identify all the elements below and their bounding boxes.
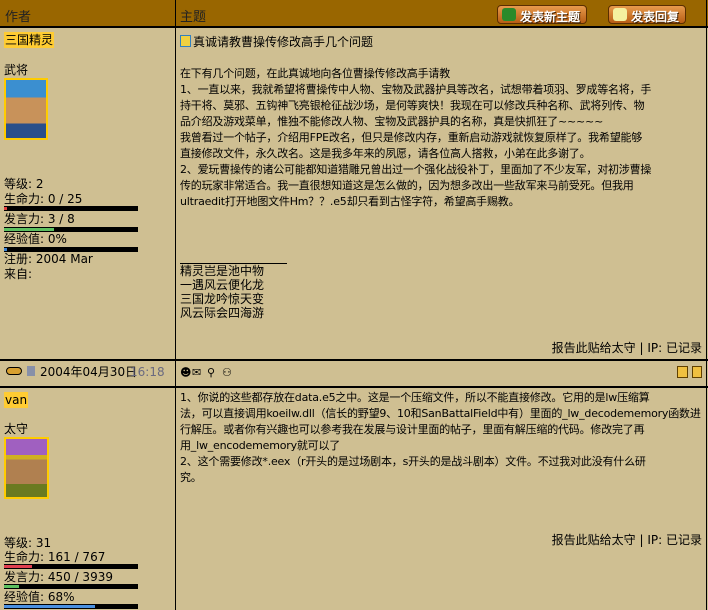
question-icon: [180, 35, 191, 47]
profile-icon[interactable]: ☻: [180, 366, 191, 379]
scroll-icon: [6, 367, 22, 375]
body-line: 传的玩家非常适合。我一直很想知道这是怎么做的，因为想多改出一些敌军来马前受死。但…: [180, 179, 634, 192]
message-icon[interactable]: ✉: [192, 366, 201, 379]
new-topic-icon: [502, 8, 516, 21]
stat-level: 等级: 31: [4, 536, 52, 550]
post-title: 真诚请教曹操传修改高手几个问题: [193, 35, 374, 49]
reply-button[interactable]: 发表回复: [608, 5, 687, 24]
signature-line: 风云际会四海游: [180, 306, 265, 320]
new-topic-label: 发表新主题: [520, 10, 581, 24]
body-line: 品介绍及游戏菜单，惟独不能修改人物、宝物及武器护具的名称，真是快抓狂了~~~~~: [180, 115, 604, 128]
body-line: 用_lw_encodememory就可以了: [180, 439, 341, 452]
hp-bar: [4, 206, 138, 211]
author-column-header: 作者: [5, 10, 32, 25]
body-line: ultraedit打开地图文件Hm？？.e5却只看到古怪字符，希望高手赐教。: [180, 195, 520, 208]
document-icon: [27, 366, 35, 376]
author-name[interactable]: 三国精灵: [4, 32, 55, 48]
stat-registered: 注册: 2004 Mar: [4, 252, 93, 266]
search-icon[interactable]: ⚲: [207, 366, 215, 379]
stat-exp: 经验值: 68%: [4, 590, 75, 604]
new-topic-button[interactable]: 发表新主题: [497, 5, 588, 24]
post-body: 1、你说的这些都存放在data.e5之中。这是一个压缩文件，所以不能直接修改。它…: [180, 390, 702, 486]
body-line: 究。: [180, 471, 202, 484]
body-line: 直接修改文件，永久改名。这是我多年来的夙愿，请各位高人搭救，小弟在此多谢了。: [180, 147, 591, 160]
topic-column-header: 主题: [180, 10, 207, 25]
stat-exp: 经验值: 0%: [4, 232, 67, 246]
table-header: [0, 0, 708, 28]
friends-icon[interactable]: ⚇: [222, 366, 232, 379]
stat-from: 来自:: [4, 267, 33, 281]
post-time: 16:18: [130, 365, 165, 379]
exp-bar: [4, 604, 138, 609]
stat-hp: 生命力: 0 / 25: [4, 192, 83, 206]
signature-line: 三国龙吟惊天变: [180, 292, 265, 306]
report-link[interactable]: 报告此贴给太守: [552, 341, 636, 355]
author-rank: 太守: [4, 422, 29, 436]
speech-bar: [4, 584, 138, 589]
column-divider: [175, 0, 176, 610]
post-date: 2004年04月30日: [40, 365, 138, 379]
report-link[interactable]: 报告此贴给太守: [552, 533, 636, 547]
reply-icon: [613, 8, 627, 21]
body-line: 行解压。或者你有兴趣也可以参考我在发展与设计里面的帖子，里面有解压缩的代码。修改…: [180, 423, 645, 436]
post-body: 在下有几个问题，在此真诚地向各位曹操传修改高手请教 1、一直以来，我就希望将曹操…: [180, 66, 702, 210]
row-separator: [0, 359, 708, 361]
body-line: 我曾看过一个帖子，介绍用FPE改名，但只是修改内存，重新启动游戏就恢复原样了。我…: [180, 131, 643, 144]
author-rank: 武将: [4, 63, 29, 77]
post-footer: 报告此贴给太守 | IP: 已记录: [552, 532, 702, 548]
ip-status: | IP: 已记录: [639, 533, 703, 547]
signature: 精灵岂是池中物 一遇风云便化龙 三国龙吟惊天变 风云际会四海游: [180, 264, 264, 320]
stat-level: 等级: 2: [4, 177, 44, 191]
stat-speech: 发言力: 3 / 8: [4, 212, 75, 226]
body-line: 在下有几个问题，在此真诚地向各位曹操传修改高手请教: [180, 67, 450, 80]
hp-bar: [4, 564, 138, 569]
signature-line: 精灵岂是池中物: [180, 264, 265, 278]
signature-line: 一遇风云便化龙: [180, 278, 265, 292]
body-line: 持干将、莫邪、五钩神飞亮银枪征战沙场，是何等爽快！我现在可以修改兵种名称、武将列…: [180, 99, 645, 112]
reply-label: 发表回复: [631, 10, 680, 24]
body-line: 2、爱玩曹操传的诸公可能都知道猎雕兄曾出过一个强化战役补丁，里面加了不少友军，对…: [180, 163, 652, 176]
row-separator: [0, 386, 708, 388]
body-line: 法，可以直接调用koeilw.dll（信长的野望9、10和SanBattalFi…: [180, 407, 701, 420]
body-line: 1、你说的这些都存放在data.e5之中。这是一个压缩文件，所以不能直接修改。它…: [180, 391, 650, 404]
stat-speech: 发言力: 450 / 3939: [4, 570, 113, 584]
post-footer: 报告此贴给太守 | IP: 已记录: [552, 340, 702, 356]
edit-icon[interactable]: [677, 366, 688, 378]
body-line: 1、一直以来，我就希望将曹操传中人物、宝物及武器护具等改名，试想带着项羽、罗成等…: [180, 83, 652, 96]
author-name[interactable]: van: [4, 392, 29, 408]
body-line: 2、这个需要修改*.eex（r开头的是过场剧本，s开头的是战斗剧本）文件。不过我…: [180, 455, 646, 468]
right-border: [706, 0, 707, 610]
ip-status: | IP: 已记录: [639, 341, 703, 355]
stat-hp: 生命力: 161 / 767: [4, 550, 106, 564]
avatar: [4, 78, 48, 140]
avatar: [4, 437, 49, 499]
quote-icon[interactable]: [692, 366, 702, 378]
